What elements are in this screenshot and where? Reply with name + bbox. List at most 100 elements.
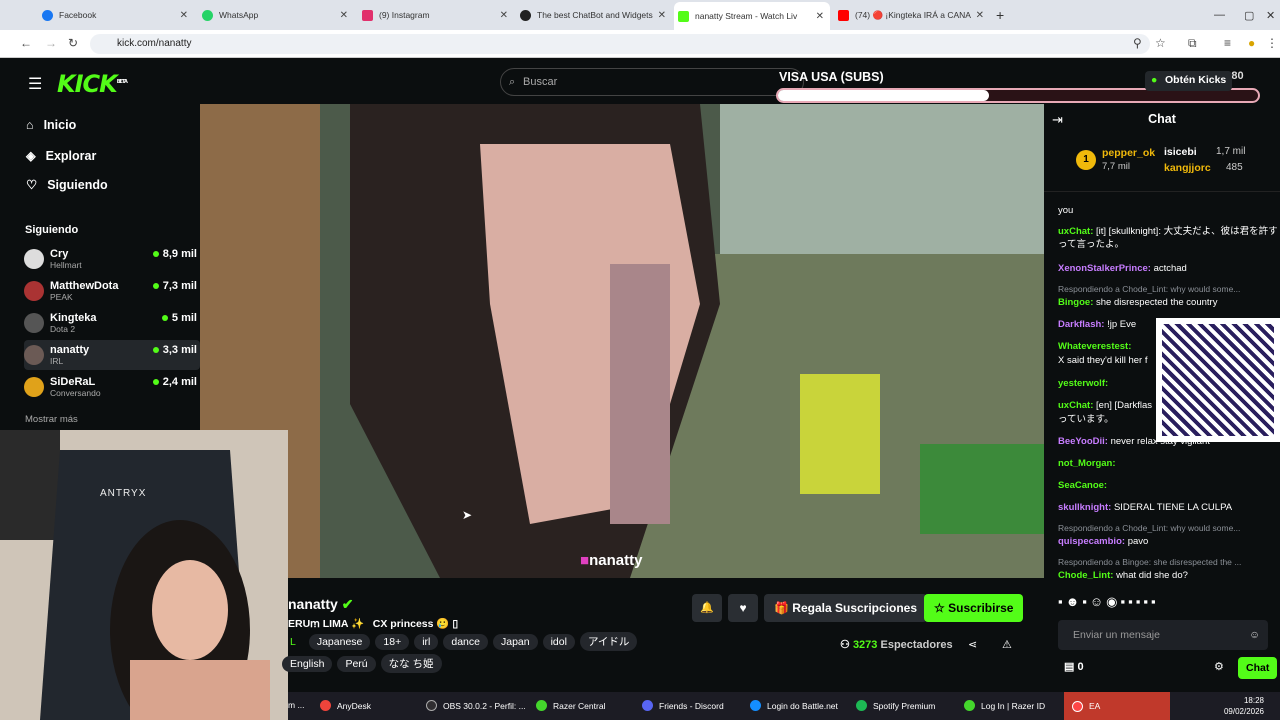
forward-icon[interactable]: → <box>45 36 57 50</box>
tab-instagram[interactable]: (9) Instagram ✕ <box>358 4 514 26</box>
instagram-icon <box>362 9 373 21</box>
taskbar-item-ea[interactable]: EA <box>1064 692 1170 720</box>
close-icon[interactable]: ✕ <box>340 10 348 21</box>
search-input[interactable]: ⌕ Buscar <box>500 68 804 96</box>
tab-youtube[interactable]: (74) 🔴 ¡Kingteka IRÁ a CANA ✕ <box>834 4 990 26</box>
send-chat-button[interactable]: Chat <box>1238 657 1278 679</box>
zoom-icon[interactable]: ⚲ <box>1133 36 1142 50</box>
channel-nanatty[interactable]: nanatty IRL 3,3 mil <box>24 340 200 370</box>
follow-heart-icon[interactable]: ♥ <box>728 594 758 622</box>
nav-explorar[interactable]: ◈ Explorar <box>26 148 96 164</box>
emoji-icon[interactable]: ☺ <box>1249 620 1260 650</box>
back-icon[interactable]: ← <box>20 36 32 50</box>
chat-username[interactable]: uxChat: <box>1058 400 1093 411</box>
avatar <box>24 345 44 365</box>
message-text: [en] [Darkflas <box>1096 400 1152 411</box>
nav-siguiendo[interactable]: ♡ Siguiendo <box>26 177 108 193</box>
chat-username[interactable]: Whateverestest: <box>1058 341 1131 352</box>
channel-sideral[interactable]: SiDeRaL Conversando 2,4 mil <box>24 372 200 402</box>
taskbar-item-razerid[interactable]: Log In | Razer ID <box>964 700 1045 711</box>
tab-facebook[interactable]: Facebook ✕ <box>38 4 194 26</box>
tag[interactable]: English <box>282 656 333 672</box>
tag[interactable]: L <box>282 634 304 650</box>
gift-subs-button[interactable]: 🎁 Regala Suscripciones <box>764 594 928 622</box>
close-icon[interactable]: ✕ <box>500 10 508 21</box>
top-gifters: 1 pepper_ok 7,7 mil isicebi 1,7 mil kang… <box>1044 134 1280 192</box>
menu-icon[interactable]: ⋮ <box>1266 36 1278 50</box>
taskbar-item-discord[interactable]: Friends - Discord <box>642 700 724 711</box>
channel-matthewdota[interactable]: MatthewDota PEAK 7,3 mil <box>24 276 200 306</box>
taskbar-label: EA <box>1089 701 1101 711</box>
taskbar-item-razer[interactable]: Razer Central <box>536 700 605 711</box>
taskbar-item-battlenet[interactable]: Login do Battle.net <box>750 700 838 711</box>
profile-icon[interactable]: ● <box>1248 36 1255 50</box>
window-close-icon[interactable]: ✕ <box>1262 4 1275 26</box>
tag[interactable]: irl <box>414 634 439 650</box>
nav-inicio[interactable]: ⌂ Inicio <box>26 118 76 132</box>
close-icon[interactable]: ✕ <box>816 11 824 22</box>
kick-logo[interactable]: KICKBETA <box>57 70 128 98</box>
tab-chatbot[interactable]: The best ChatBot and Widgets ✕ <box>516 4 672 26</box>
channel-cry[interactable]: Cry Hellmart 8,9 mil <box>24 244 200 274</box>
subscribe-button[interactable]: ☆ Suscribirse <box>924 594 1024 622</box>
notification-bell-icon[interactable]: 🔔 <box>692 594 722 622</box>
gifter-name[interactable]: pepper_ok <box>1102 147 1155 159</box>
channel-kingteka[interactable]: Kingteka Dota 2 5 mil <box>24 308 200 338</box>
system-clock[interactable]: 18:28 09/02/2026 <box>1208 695 1264 717</box>
chat-username[interactable]: Chode_Lint: <box>1058 570 1113 581</box>
tag[interactable]: Perú <box>337 656 376 672</box>
points-value: 0 <box>1077 661 1084 673</box>
chat-username[interactable]: SeaCanoe: <box>1058 480 1107 491</box>
logo-text: KICK <box>57 70 118 98</box>
chat-input[interactable]: Enviar un mensaje ☺ <box>1058 620 1268 650</box>
close-icon[interactable]: ✕ <box>976 10 984 21</box>
reload-icon[interactable]: ↻ <box>68 36 78 50</box>
maximize-icon[interactable]: ▢ <box>1240 4 1254 26</box>
tag[interactable]: なな ち姫 <box>380 654 442 673</box>
video-player[interactable]: ■nanatty ➤ <box>200 104 1044 578</box>
gifter-name[interactable]: isicebi <box>1164 146 1197 158</box>
taskbar-item-anydesk[interactable]: AnyDesk <box>320 700 371 711</box>
extensions-icon[interactable]: ⧉ <box>1188 36 1197 51</box>
tag[interactable]: idol <box>542 634 575 650</box>
close-icon[interactable]: ✕ <box>180 10 188 21</box>
hamburger-icon[interactable]: ☰ <box>28 74 42 94</box>
tag[interactable]: Japan <box>492 634 538 650</box>
chat-message: Chode_Lint: what did she do? <box>1058 569 1278 582</box>
media-icon[interactable]: ≡ <box>1224 36 1231 50</box>
tag[interactable]: Japanese <box>308 634 371 650</box>
minimize-icon[interactable]: — <box>1210 4 1225 26</box>
channel-name: MatthewDota <box>50 280 119 292</box>
new-tab-button[interactable]: + <box>992 4 1004 26</box>
chat-username[interactable]: not_Morgan: <box>1058 458 1116 469</box>
chat-username[interactable]: Darkflash: <box>1058 319 1104 330</box>
chat-username[interactable]: XenonStalkerPrince: <box>1058 263 1151 274</box>
get-kicks-button[interactable]: ● Obtén Kicks <box>1145 71 1233 91</box>
chat-username[interactable]: quispecambio: <box>1058 536 1125 547</box>
show-more-link[interactable]: Mostrar más <box>25 414 78 425</box>
qr-pattern <box>1162 324 1274 436</box>
bookmark-star-icon[interactable]: ☆ <box>1155 36 1166 50</box>
share-icon[interactable]: ⋖ <box>968 638 977 651</box>
taskbar-item-obs[interactable]: OBS 30.0.2 - Perfil: ... <box>426 700 526 711</box>
chat-username[interactable]: uxChat: <box>1058 226 1093 237</box>
chat-username[interactable]: BeeYooDii: <box>1058 436 1108 447</box>
taskbar-item-spotify[interactable]: Spotify Premium <box>856 700 935 711</box>
tab-whatsapp[interactable]: WhatsApp ✕ <box>198 4 354 26</box>
tag[interactable]: 18+ <box>375 634 410 650</box>
settings-gear-icon[interactable]: ⚙ <box>1214 660 1224 673</box>
close-icon[interactable]: ✕ <box>658 10 666 21</box>
tab-kick[interactable]: nanatty Stream - Watch Liv ✕ <box>674 2 830 30</box>
taskbar-item[interactable]: m ... <box>288 700 305 710</box>
gift-icon: 🎁 <box>774 601 789 615</box>
gifter-name[interactable]: kangjjorc <box>1164 162 1211 174</box>
chat-username[interactable]: skullknight: <box>1058 502 1111 513</box>
tag[interactable]: dance <box>443 634 488 650</box>
chat-username[interactable]: Bingoe: <box>1058 297 1093 308</box>
url-field[interactable]: kick.com/nanatty <box>90 34 1150 54</box>
report-icon[interactable]: ⚠ <box>1002 638 1012 651</box>
emote-bar[interactable]: ▪☻▪☺◉▪▪▪▪▪ <box>1058 594 1280 614</box>
reply-context: Respondiendo a Bingoe: she disrespected … <box>1058 557 1242 567</box>
tag[interactable]: アイドル <box>579 632 638 651</box>
chat-username[interactable]: yesterwolf: <box>1058 378 1108 389</box>
